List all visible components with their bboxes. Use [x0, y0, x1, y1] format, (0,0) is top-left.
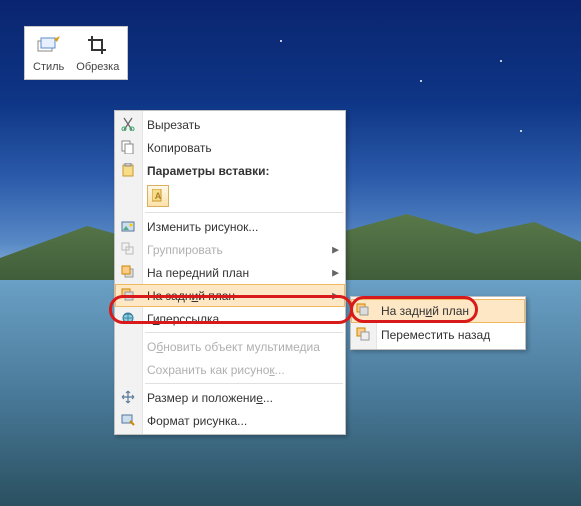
paste-option-keep-text[interactable]: A: [147, 185, 169, 207]
menu-cut-label: Вырезать: [147, 118, 200, 132]
submenu-move-backward-label: Переместить назад: [381, 328, 490, 342]
menu-format-picture-label: Формат рисунка...: [147, 414, 247, 428]
move-back-icon: [355, 326, 371, 342]
menu-update-media: Обновить объект мультимедиа: [115, 335, 345, 358]
submenu-arrow-icon: ▶: [332, 267, 339, 278]
context-menu: Вырезать Копировать Параметры вставки: A…: [114, 110, 346, 435]
menu-change-picture[interactable]: Изменить рисунок...: [115, 215, 345, 238]
format-picture-icon: [120, 412, 136, 428]
crop-icon: [85, 33, 111, 59]
separator: [145, 212, 343, 213]
menu-format-picture[interactable]: Формат рисунка...: [115, 409, 345, 432]
style-label: Стиль: [33, 61, 64, 73]
crop-button[interactable]: Обрезка: [70, 31, 125, 75]
submenu-move-backward[interactable]: Переместить назад: [351, 323, 525, 347]
bring-front-icon: [120, 264, 136, 280]
menu-bring-front-label: На передний план: [147, 266, 249, 280]
change-picture-icon: [120, 218, 136, 234]
submenu-send-to-back-label: На задний план: [381, 304, 469, 318]
menu-group-label: Группировать: [147, 243, 223, 257]
menu-update-media-label: Обновить объект мультимедиа: [147, 340, 320, 354]
menu-group: Группировать ▶: [115, 238, 345, 261]
menu-send-back[interactable]: На задний план ▶: [115, 284, 345, 307]
submenu-send-to-back[interactable]: На задний план: [351, 299, 525, 323]
submenu-arrow-icon: ▶: [332, 290, 339, 301]
crop-label: Обрезка: [76, 61, 119, 73]
size-position-icon: [120, 389, 136, 405]
hyperlink-icon: [120, 310, 136, 326]
menu-hyperlink[interactable]: Гиперссылка...: [115, 307, 345, 330]
menu-copy-label: Копировать: [147, 141, 212, 155]
copy-icon: [120, 139, 136, 155]
separator: [145, 383, 343, 384]
menu-hyperlink-label: Гиперссылка...: [147, 312, 229, 326]
menu-copy[interactable]: Копировать: [115, 136, 345, 159]
separator: [145, 332, 343, 333]
menu-cut[interactable]: Вырезать: [115, 113, 345, 136]
style-icon: [36, 33, 62, 59]
cut-icon: [120, 116, 136, 132]
send-back-icon: [355, 302, 371, 318]
menu-paste-header: Параметры вставки:: [115, 159, 345, 182]
paste-options-row: A: [115, 182, 345, 210]
paste-icon: [120, 162, 136, 178]
submenu-send-back: На задний план Переместить назад: [350, 296, 526, 350]
ribbon-group: Стиль Обрезка: [24, 26, 128, 80]
menu-save-as-picture-label: Сохранить как рисунок...: [147, 363, 285, 377]
menu-send-back-label: На задний план: [147, 289, 235, 303]
style-button[interactable]: Стиль: [27, 31, 70, 75]
menu-change-picture-label: Изменить рисунок...: [147, 220, 258, 234]
submenu-arrow-icon: ▶: [332, 244, 339, 255]
menu-bring-front[interactable]: На передний план ▶: [115, 261, 345, 284]
menu-paste-header-label: Параметры вставки:: [147, 164, 270, 178]
group-icon: [120, 241, 136, 257]
menu-save-as-picture: Сохранить как рисунок...: [115, 358, 345, 381]
menu-size-position[interactable]: Размер и положение...: [115, 386, 345, 409]
menu-size-position-label: Размер и положение...: [147, 391, 273, 405]
send-back-icon: [120, 287, 136, 303]
